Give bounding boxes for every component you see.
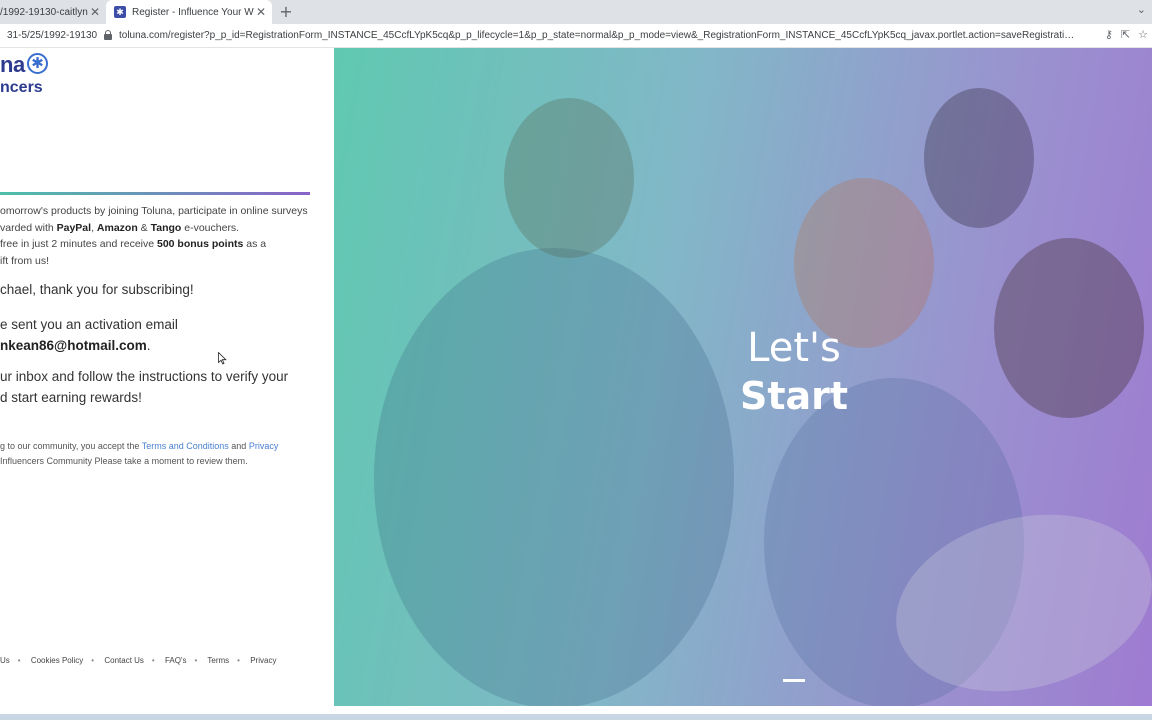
activation-email-message: e sent you an activation email nkean86@h… <box>0 317 178 353</box>
tango-text: Tango <box>150 221 182 234</box>
address-bar-prefix: 31-5/25/1992-19130 <box>7 30 98 41</box>
email-address: nkean86@hotmail.com <box>0 338 147 353</box>
chevron-down-icon[interactable]: ⌄ <box>1137 3 1146 16</box>
key-icon[interactable]: ⚷ <box>1105 28 1113 41</box>
privacy-link[interactable]: Privacy <box>249 441 279 451</box>
intro-line: varded with PayPal, Amazon & Tango e-vou… <box>0 221 240 234</box>
tab-title: Register - Influence Your World <box>132 6 254 18</box>
address-bar-actions: ⚷ ⇱ ☆ <box>1105 28 1148 41</box>
footer-link-contact[interactable]: Contact Us <box>104 656 144 665</box>
verify-instructions: ur inbox and follow the instructions to … <box>0 369 289 405</box>
intro-line: omorrow's products by joining Toluna, pa… <box>0 205 308 217</box>
terms-notice: g to our community, you accept the Terms… <box>0 441 279 466</box>
hero-photo-figure <box>794 178 934 348</box>
hero-photo-figure <box>924 88 1034 228</box>
star-icon[interactable]: ☆ <box>1138 28 1148 41</box>
asterisk-icon: ✱ <box>27 53 48 74</box>
lock-icon[interactable] <box>104 30 112 40</box>
amazon-text: Amazon <box>96 221 138 234</box>
hero-title: Let's Start <box>734 324 854 420</box>
footer-link-terms[interactable]: Terms <box>207 656 229 665</box>
new-tab-icon[interactable]: + <box>277 3 295 21</box>
registration-panel: na ✱ ncers omorrow's products by joining… <box>0 48 334 714</box>
footer-links: Us • Cookies Policy • Contact Us • FAQ's • T… <box>0 656 277 665</box>
close-icon[interactable]: ✕ <box>88 5 102 19</box>
url-field[interactable]: toluna.com/register?p_p_id=RegistrationF… <box>119 30 1085 41</box>
browser-tab-active[interactable]: ✱ Register - Influence Your World ✕ <box>106 0 272 24</box>
hero-photo-figure <box>994 238 1144 418</box>
toluna-influencers-logo[interactable]: na ✱ ncers <box>0 52 60 98</box>
gradient-divider <box>0 192 310 195</box>
taskbar <box>0 714 1152 720</box>
intro-line: ift from us! <box>0 254 50 267</box>
carousel-indicator[interactable] <box>783 679 805 682</box>
hero-title-line2: Start <box>739 374 849 418</box>
terms-link[interactable]: Terms and Conditions <box>142 441 229 451</box>
footer-link-privacy[interactable]: Privacy <box>250 656 276 665</box>
intro-line: free in just 2 minutes and receive 500 b… <box>0 238 267 250</box>
logo-text-line2: ncers <box>0 79 43 96</box>
close-icon[interactable]: ✕ <box>254 5 268 19</box>
paypal-text: PayPal <box>56 221 92 234</box>
hero-banner: Let's Start <box>334 48 1152 706</box>
toluna-favicon-icon: ✱ <box>114 6 126 18</box>
mouse-cursor-icon <box>218 352 227 365</box>
tab-title: /1992-19130-caitlynk <box>0 6 88 18</box>
intro-text: omorrow's products by joining Toluna, pa… <box>0 203 320 269</box>
address-bar: 31-5/25/1992-19130 toluna.com/register?p… <box>0 24 1152 48</box>
logo-text-line1: na <box>0 52 25 77</box>
thank-you-message: chael, thank you for subscribing! <box>0 282 194 297</box>
bonus-points-text: 500 bonus points <box>157 238 244 250</box>
share-icon[interactable]: ⇱ <box>1121 28 1130 41</box>
browser-tab[interactable]: /1992-19130-caitlynk ✕ <box>0 0 106 24</box>
hero-title-line1: Let's <box>747 325 841 371</box>
browser-tab-strip: /1992-19130-caitlynk ✕ ✱ Register - Infl… <box>0 0 1152 24</box>
footer-link-about[interactable]: Us <box>0 656 10 665</box>
hero-photo-figure <box>374 248 734 706</box>
footer-link-cookies[interactable]: Cookies Policy <box>31 656 83 665</box>
hero-photo-figure <box>504 98 634 258</box>
footer-link-faqs[interactable]: FAQ's <box>165 656 187 665</box>
